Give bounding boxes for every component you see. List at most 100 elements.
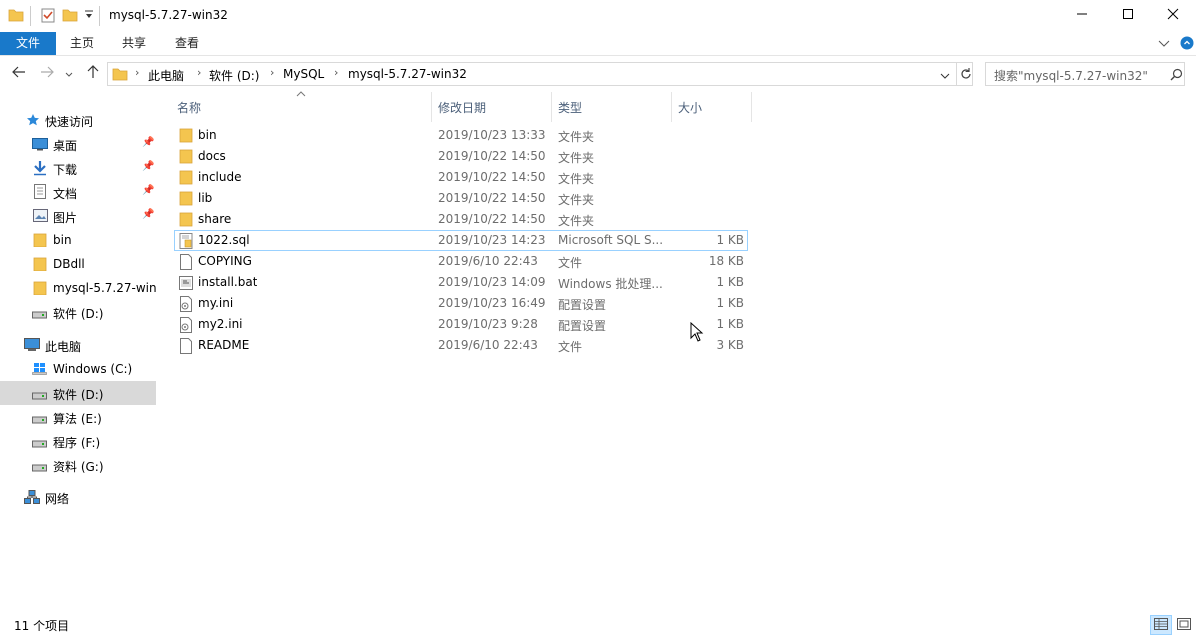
list-item[interactable]: share 2019/10/22 14:50 文件夹 bbox=[174, 209, 748, 230]
file-name: bin bbox=[198, 128, 217, 142]
folder-icon bbox=[179, 212, 193, 230]
sidebar-item-drive-f[interactable]: 程序 (F:) bbox=[0, 429, 156, 453]
file-type: 文件夹 bbox=[558, 151, 595, 165]
list-item[interactable]: lib 2019/10/22 14:50 文件夹 bbox=[174, 188, 748, 209]
sidebar-item-label: 下载 bbox=[53, 163, 78, 177]
file-date: 2019/6/10 22:43 bbox=[438, 254, 538, 268]
file-date: 2019/10/23 14:09 bbox=[438, 275, 546, 289]
folder-icon bbox=[179, 191, 193, 209]
up-button[interactable] bbox=[83, 65, 103, 83]
refresh-icon[interactable] bbox=[959, 67, 973, 84]
details-view-button[interactable] bbox=[1150, 615, 1172, 635]
star-icon bbox=[26, 113, 40, 130]
divider bbox=[30, 6, 31, 26]
address-bar[interactable]: › 此电脑 › 软件 (D:) › MySQL › mysql-5.7.27-w… bbox=[107, 62, 973, 86]
sidebar-item-windows-c[interactable]: Windows (C:) bbox=[0, 357, 156, 381]
file-size: 1 KB bbox=[716, 233, 744, 247]
file-type: 文件 bbox=[558, 340, 583, 354]
sidebar-item-downloads[interactable]: 下载 📌 bbox=[0, 156, 156, 180]
list-item[interactable]: include 2019/10/22 14:50 文件夹 bbox=[174, 167, 748, 188]
arrow-left-icon bbox=[12, 66, 26, 82]
sidebar-item-drive-d-quick[interactable]: 软件 (D:) bbox=[0, 300, 156, 324]
sidebar-item-label: 软件 (D:) bbox=[53, 307, 104, 321]
list-item[interactable]: install.bat 2019/10/23 14:09 Windows 批处理… bbox=[174, 272, 748, 293]
sidebar-item-drive-d[interactable]: 软件 (D:) bbox=[0, 381, 156, 405]
tab-home[interactable]: 主页 bbox=[58, 32, 106, 55]
breadcrumb-mysql[interactable]: MySQL bbox=[283, 67, 324, 81]
file-name: install.bat bbox=[198, 275, 258, 289]
file-name: COPYING bbox=[198, 254, 252, 268]
list-item[interactable]: my2.ini 2019/10/23 9:28 配置设置 1 KB bbox=[174, 314, 748, 335]
sidebar-item-drive-g[interactable]: 资料 (G:) bbox=[0, 453, 156, 477]
sidebar-item-label: 软件 (D:) bbox=[53, 388, 104, 402]
sidebar-item-this-pc[interactable]: 此电脑 bbox=[0, 333, 156, 357]
folder-icon bbox=[179, 170, 193, 188]
list-item[interactable]: README 2019/6/10 22:43 文件 3 KB bbox=[174, 335, 748, 356]
sidebar-item-bin[interactable]: bin bbox=[0, 228, 156, 252]
breadcrumb-separator: › bbox=[270, 66, 275, 79]
help-icon[interactable] bbox=[1180, 36, 1194, 53]
tab-share[interactable]: 共享 bbox=[110, 32, 158, 55]
divider bbox=[956, 62, 957, 86]
sidebar-item-label: 程序 (F:) bbox=[53, 436, 101, 450]
breadcrumb-mysql-folder[interactable]: mysql-5.7.27-win32 bbox=[348, 67, 467, 81]
list-item[interactable]: COPYING 2019/6/10 22:43 文件 18 KB bbox=[174, 251, 748, 272]
customize-toolbar-icon[interactable] bbox=[84, 9, 94, 27]
large-icons-view-icon bbox=[1177, 617, 1191, 633]
back-button[interactable] bbox=[9, 65, 29, 83]
forward-button[interactable] bbox=[37, 65, 57, 83]
network-icon bbox=[24, 490, 40, 507]
sidebar-item-label: 桌面 bbox=[53, 139, 78, 153]
file-name: my.ini bbox=[198, 296, 234, 310]
pin-icon: 📌 bbox=[142, 161, 155, 172]
folder-icon bbox=[33, 281, 47, 298]
sidebar-item-drive-e[interactable]: 算法 (E:) bbox=[0, 405, 156, 429]
list-item[interactable]: docs 2019/10/22 14:50 文件夹 bbox=[174, 146, 748, 167]
expand-ribbon-icon[interactable] bbox=[1158, 38, 1170, 52]
sidebar-item-quick-access[interactable]: 快速访问 bbox=[0, 108, 156, 132]
list-item[interactable]: my.ini 2019/10/23 16:49 配置设置 1 KB bbox=[174, 293, 748, 314]
search-placeholder: 搜索"mysql-5.7.27-win32" bbox=[994, 69, 1148, 83]
file-size: 3 KB bbox=[716, 338, 744, 352]
recent-locations-button[interactable] bbox=[62, 65, 76, 83]
folder-icon bbox=[33, 257, 47, 274]
list-item[interactable]: bin 2019/10/23 13:33 文件夹 bbox=[174, 125, 748, 146]
sidebar-item-network[interactable]: 网络 bbox=[0, 485, 156, 509]
sidebar-item-label: 文档 bbox=[53, 187, 78, 201]
config-file-icon bbox=[179, 317, 193, 336]
address-dropdown-icon[interactable] bbox=[940, 70, 950, 84]
sidebar-item-pictures[interactable]: 图片 📌 bbox=[0, 204, 156, 228]
breadcrumb-this-pc[interactable]: 此电脑 bbox=[148, 67, 184, 84]
breadcrumb-separator: › bbox=[197, 66, 202, 79]
new-folder-icon[interactable] bbox=[62, 7, 78, 25]
large-icons-view-button[interactable] bbox=[1173, 615, 1195, 635]
file-name: 1022.sql bbox=[198, 233, 250, 247]
sidebar-item-label: 图片 bbox=[53, 211, 78, 225]
sidebar-item-label: 此电脑 bbox=[45, 340, 82, 354]
maximize-button[interactable] bbox=[1105, 0, 1151, 31]
tab-view[interactable]: 查看 bbox=[163, 32, 211, 55]
sidebar-item-documents[interactable]: 文档 📌 bbox=[0, 180, 156, 204]
pin-icon: 📌 bbox=[142, 209, 155, 220]
pin-icon: 📌 bbox=[142, 185, 155, 196]
column-header-size[interactable]: 大小 bbox=[672, 92, 752, 122]
list-item[interactable]: 1022.sql 2019/10/23 14:23 Microsoft SQL … bbox=[174, 230, 748, 251]
sidebar-item-mysql-folder[interactable]: mysql-5.7.27-win3 bbox=[0, 276, 156, 300]
file-date: 2019/10/22 14:50 bbox=[438, 212, 546, 226]
column-header-date[interactable]: 修改日期 bbox=[432, 92, 552, 122]
mouse-pointer-icon bbox=[690, 321, 704, 345]
tab-file[interactable]: 文件 bbox=[0, 32, 56, 55]
sidebar-item-label: 网络 bbox=[45, 492, 70, 506]
column-header-name[interactable]: 名称 bbox=[169, 92, 432, 122]
sidebar-item-desktop[interactable]: 桌面 📌 bbox=[0, 132, 156, 156]
file-icon bbox=[179, 338, 193, 357]
search-input[interactable]: 搜索"mysql-5.7.27-win32" bbox=[985, 62, 1185, 86]
close-button[interactable] bbox=[1150, 0, 1196, 31]
sidebar-item-label: 快速访问 bbox=[45, 115, 94, 129]
properties-icon[interactable] bbox=[40, 7, 56, 25]
minimize-button[interactable] bbox=[1059, 0, 1105, 31]
drive-icon bbox=[32, 389, 47, 403]
breadcrumb-drive-d[interactable]: 软件 (D:) bbox=[209, 67, 259, 84]
column-header-type[interactable]: 类型 bbox=[552, 92, 672, 122]
sidebar-item-dbdll[interactable]: DBdll bbox=[0, 252, 156, 276]
